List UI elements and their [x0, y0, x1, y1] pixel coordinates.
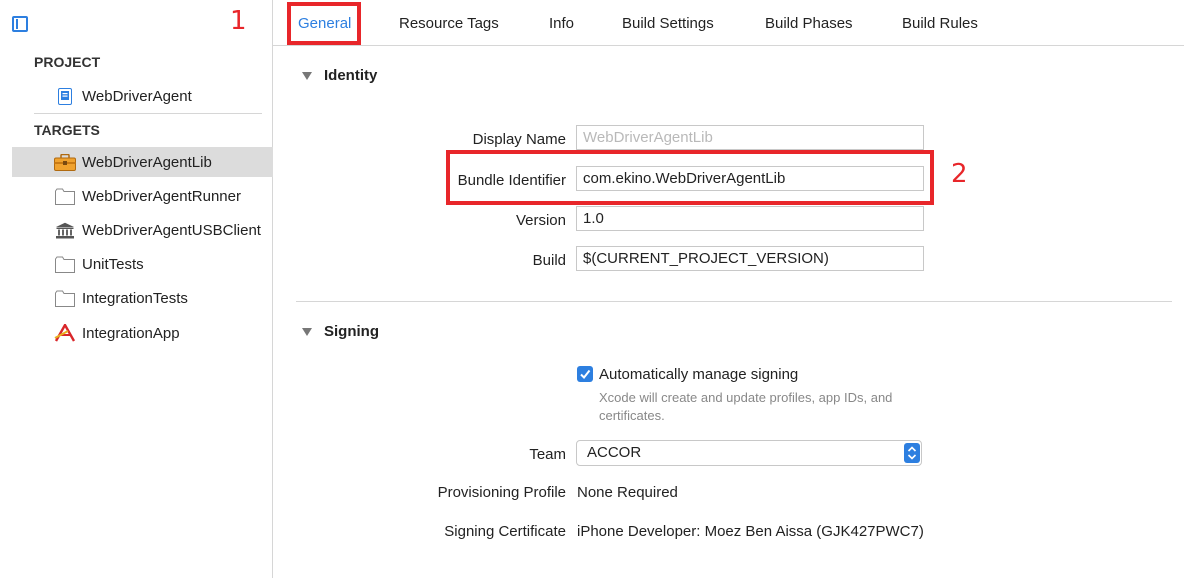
sidebar-item-label: IntegrationApp	[82, 324, 180, 342]
disclosure-triangle-icon	[302, 327, 312, 336]
display-name-label: Display Name	[472, 131, 566, 148]
annotation-highlight-box	[287, 2, 361, 45]
provisioning-profile-value: None Required	[577, 484, 678, 501]
project-section-header: PROJECT	[34, 54, 101, 70]
sidebar-item-label: IntegrationTests	[82, 289, 188, 307]
sidebar-item-target[interactable]: WebDriverAgentLib	[12, 147, 273, 177]
signing-section-toggle[interactable]: Signing	[302, 323, 379, 340]
team-select-value: ACCOR	[587, 444, 642, 461]
folder-icon	[54, 255, 76, 273]
sidebar-item-target[interactable]: IntegrationTests	[12, 283, 273, 313]
tab-build-phases[interactable]: Build Phases	[765, 15, 853, 32]
project-navigator: PROJECT WebDriverAgent TARGETS WebDriver…	[0, 0, 273, 578]
sidebar-item-label: UnitTests	[82, 255, 144, 273]
sidebar-item-label: WebDriverAgent	[82, 87, 192, 105]
sidebar-item-label: WebDriverAgentRunner	[82, 187, 241, 205]
folder-icon	[54, 289, 76, 307]
build-label: Build	[532, 252, 566, 269]
sidebar-item-label: WebDriverAgentLib	[82, 153, 212, 171]
tab-resource-tags[interactable]: Resource Tags	[399, 15, 499, 32]
section-divider	[296, 301, 1172, 302]
auto-manage-signing-label[interactable]: Automatically manage signing	[599, 366, 798, 383]
signing-section-title: Signing	[324, 323, 379, 340]
annotation-highlight-box	[446, 150, 934, 205]
version-label: Version	[515, 212, 566, 229]
annotation-number-1: 1	[230, 6, 247, 36]
toolbox-icon	[54, 153, 76, 171]
sidebar-item-target[interactable]: WebDriverAgentRunner	[12, 181, 273, 211]
app-icon	[54, 324, 76, 342]
signing-certificate-label: Signing Certificate	[444, 523, 566, 540]
build-field[interactable]: $(CURRENT_PROJECT_VERSION)	[576, 246, 924, 271]
sidebar-item-target[interactable]: UnitTests	[12, 249, 273, 279]
bank-icon	[54, 221, 76, 239]
sidebar-divider	[34, 113, 262, 114]
version-field[interactable]: 1.0	[576, 206, 924, 231]
identity-section-toggle[interactable]: Identity	[302, 67, 377, 84]
tab-info[interactable]: Info	[549, 15, 574, 32]
checkmark-icon	[580, 369, 591, 380]
identity-section-title: Identity	[324, 67, 378, 84]
auto-manage-signing-checkbox[interactable]	[577, 366, 593, 382]
auto-manage-signing-help: Xcode will create and update profiles, a…	[599, 390, 893, 423]
sidebar-item-target[interactable]: IntegrationApp	[12, 318, 273, 348]
team-label: Team	[529, 446, 566, 463]
tab-build-rules[interactable]: Build Rules	[902, 15, 978, 32]
signing-certificate-value: iPhone Developer: Moez Ben Aissa (GJK427…	[577, 523, 924, 540]
sidebar-item-target[interactable]: WebDriverAgentUSBClient	[12, 215, 273, 245]
sidebar-item-label: WebDriverAgentUSBClient	[82, 221, 261, 239]
sidebar-item-project[interactable]: WebDriverAgent	[12, 81, 273, 111]
targets-section-header: TARGETS	[34, 122, 100, 138]
display-name-field[interactable]: WebDriverAgentLib	[576, 125, 924, 150]
provisioning-profile-label: Provisioning Profile	[437, 484, 566, 501]
tab-build-settings[interactable]: Build Settings	[622, 15, 714, 32]
xcode-project-editor: PROJECT WebDriverAgent TARGETS WebDriver…	[0, 0, 1184, 578]
annotation-number-2: 2	[951, 159, 968, 189]
project-file-icon	[54, 87, 76, 105]
sidebar-toggle-icon[interactable]	[12, 16, 28, 32]
team-select[interactable]: ACCOR	[576, 440, 922, 466]
folder-icon	[54, 187, 76, 205]
disclosure-triangle-icon	[302, 71, 312, 80]
chevron-updown-icon	[904, 443, 920, 463]
